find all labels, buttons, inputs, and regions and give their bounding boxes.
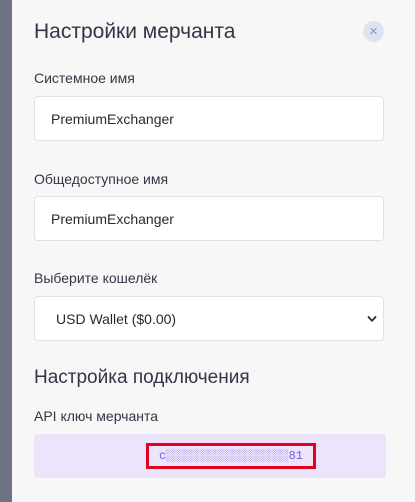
public-name-input[interactable] xyxy=(34,196,384,241)
wallet-select-value: USD Wallet ($0.00) xyxy=(56,311,177,327)
close-button[interactable]: × xyxy=(363,21,384,42)
api-key-label: API ключ мерчанта xyxy=(34,408,159,424)
public-name-label: Общедоступное имя xyxy=(34,171,169,187)
connection-section-title: Настройка подключения xyxy=(34,367,250,388)
wallet-label: Выберите кошелёк xyxy=(34,270,158,286)
merchant-settings-panel: Настройки мерчанта × Системное имя Общед… xyxy=(12,0,415,502)
system-name-label: Системное имя xyxy=(34,70,135,86)
wallet-select[interactable]: USD Wallet ($0.00) xyxy=(34,296,384,341)
api-key-value[interactable]: c░░░░░░░░░░░░░░░░░81 xyxy=(146,443,316,469)
panel-title: Настройки мерчанта xyxy=(34,20,236,43)
close-icon: × xyxy=(369,23,378,40)
api-key-box: c░░░░░░░░░░░░░░░░░81 xyxy=(34,434,386,478)
system-name-input[interactable] xyxy=(34,96,384,141)
page-backdrop xyxy=(0,0,12,502)
chevron-down-icon xyxy=(367,316,377,322)
